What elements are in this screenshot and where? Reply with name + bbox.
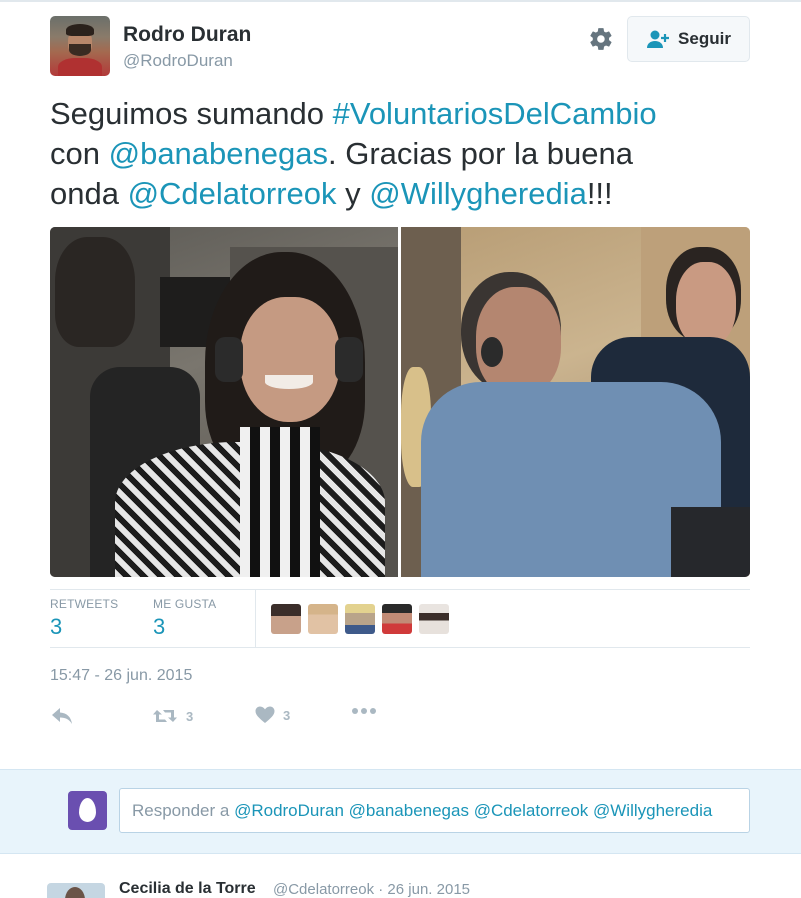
mention-link[interactable]: @Cdelatorreok [128,176,337,211]
stats-bottom-divider [50,647,750,648]
retweet-button[interactable]: 3 [152,706,193,726]
heart-icon [255,706,275,723]
current-user-avatar [68,791,107,830]
liker-avatar[interactable] [345,604,375,634]
follow-button-label: Seguir [678,29,731,48]
like-action-count: 3 [283,707,291,723]
liker-avatar[interactable] [271,604,301,634]
like-button[interactable]: 3 [255,706,290,724]
stats-top-divider [50,589,750,590]
likes-label: ME GUSTA [153,597,217,611]
stats-divider [255,590,256,647]
tweet-text-segment: . Gracias por la buena [328,136,634,171]
reply-input[interactable]: Responder a @RodroDuran @banabenegas @Cd… [119,788,750,833]
follow-button[interactable]: Seguir [627,16,750,62]
reply-mentions: @RodroDuran @banabenegas @Cdelatorreok @… [234,800,713,820]
hashtag-link[interactable]: #VoluntariosDelCambio [333,96,657,131]
tweet-photo-right[interactable] [401,227,750,577]
egg-icon [79,798,96,822]
tweet-text-segment: onda [50,176,128,211]
tweet-text-segment: !!! [586,176,613,211]
mention-link[interactable]: @Willygheredia [369,176,587,211]
add-user-icon [647,30,670,48]
tweet-text-segment: Seguimos sumando [50,96,333,131]
reply-icon [52,708,72,724]
liker-avatar[interactable] [308,604,338,634]
liker-avatar[interactable] [382,604,412,634]
gear-icon[interactable] [588,26,614,52]
next-tweet-meta[interactable]: @Cdelatorreok · 26 jun. 2015 [273,881,470,898]
retweets-label: RETWEETS [50,597,119,611]
retweet-action-count: 3 [186,708,194,724]
reply-prefix: Responder a [132,800,230,820]
next-tweet-author-name[interactable]: Cecilia de la Torre [119,880,256,898]
retweet-icon [153,710,177,722]
mention-link[interactable]: @banabenegas [109,136,328,171]
tweet-text-segment: y [336,176,370,211]
more-dots-icon [352,708,376,714]
author-name[interactable]: Rodro Duran [123,23,251,47]
likes-count[interactable]: 3 [153,614,165,640]
tweet-timestamp[interactable]: 15:47 - 26 jun. 2015 [50,667,192,685]
liker-avatar[interactable] [419,604,449,634]
reply-button[interactable] [50,706,74,726]
retweets-count[interactable]: 3 [50,614,62,640]
tweet-text-segment: con [50,136,109,171]
tweet-photo-left[interactable] [50,227,398,577]
tweet-text: Seguimos sumando #VoluntariosDelCambio co… [50,94,750,214]
author-handle[interactable]: @RodroDuran [123,51,233,71]
more-button[interactable] [351,706,377,716]
next-tweet-avatar[interactable] [47,883,105,898]
likers-avatars [271,604,449,634]
author-avatar[interactable] [50,16,110,76]
top-divider [0,0,801,2]
